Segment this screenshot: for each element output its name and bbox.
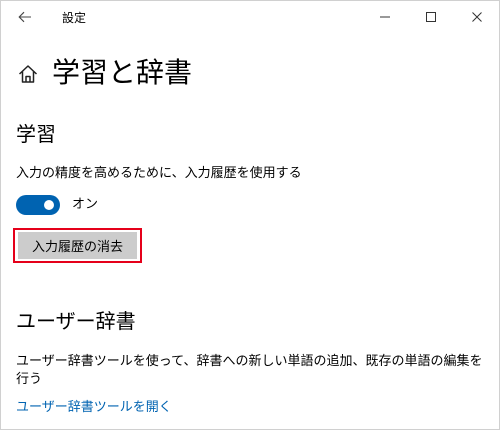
page-title: 学習と辞書 — [52, 56, 193, 89]
toggle-knob — [44, 200, 54, 210]
input-history-description: 入力の精度を高めるために、入力履歴を使用する — [16, 166, 302, 181]
toggle-state-label: オン — [72, 197, 99, 212]
home-icon[interactable] — [17, 63, 39, 85]
close-button[interactable] — [454, 0, 500, 34]
learning-section-heading: 学習 — [16, 122, 56, 146]
close-icon — [472, 12, 482, 22]
user-dictionary-heading: ユーザー辞書 — [16, 309, 136, 333]
open-user-dictionary-link[interactable]: ユーザー辞書ツールを開く — [16, 399, 172, 417]
maximize-icon — [426, 12, 436, 22]
back-button[interactable] — [12, 5, 38, 29]
maximize-button[interactable] — [408, 0, 454, 34]
minimize-button[interactable] — [362, 0, 408, 34]
input-history-toggle[interactable] — [16, 195, 60, 215]
clear-input-history-button[interactable]: 入力履歴の消去 — [18, 232, 137, 259]
user-dictionary-description: ユーザー辞書ツールを使って、辞書への新しい単語の追加、既存の単語の編集を行う — [16, 354, 483, 387]
title-bar: 設定 — [0, 0, 500, 34]
back-arrow-icon — [18, 11, 31, 23]
app-title: 設定 — [62, 11, 87, 25]
minimize-icon — [380, 16, 390, 18]
